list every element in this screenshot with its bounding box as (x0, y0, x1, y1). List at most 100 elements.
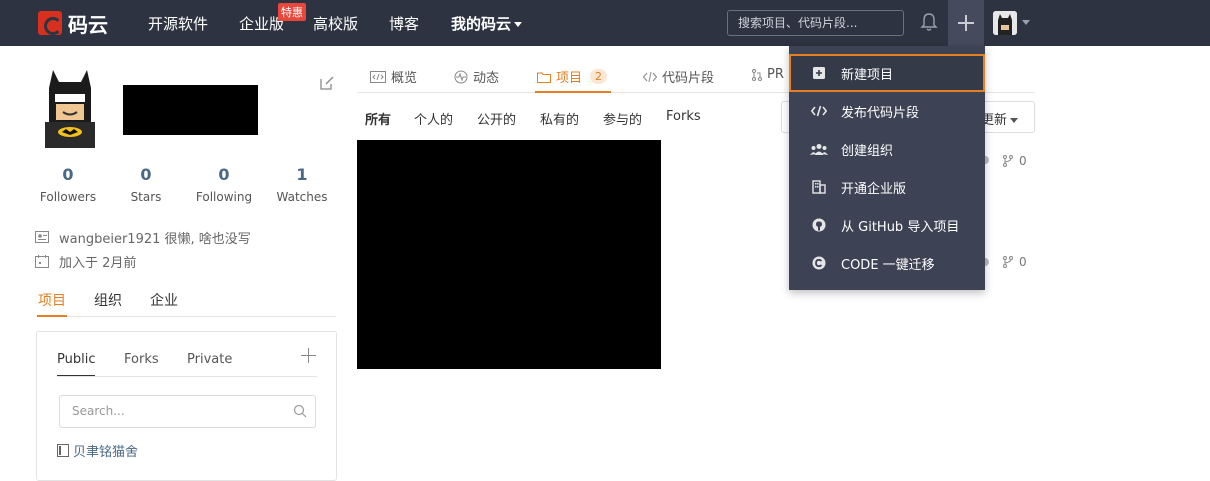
tab-projects[interactable]: 项目 (37, 290, 67, 317)
filter-all[interactable]: 所有 (365, 109, 391, 128)
user-avatar[interactable] (993, 11, 1017, 35)
chevron-down-icon (1010, 118, 1018, 123)
menu-publish-snippet[interactable]: 发布代码片段 (789, 92, 985, 130)
fork-icon (1003, 155, 1013, 167)
menu-label: CODE 一键迁移 (841, 257, 935, 273)
menu-label: 开通企业版 (841, 181, 907, 197)
pull-request-icon (752, 68, 762, 81)
menu-open-enterprise[interactable]: 开通企业版 (789, 168, 985, 206)
menu-label: 发布代码片段 (841, 105, 920, 121)
fork-count: 0 (1019, 255, 1027, 269)
stat-label: Followers (39, 190, 97, 204)
tab-enterprises[interactable]: 企业 (150, 290, 178, 310)
tab-private[interactable]: Private (187, 352, 232, 367)
filter-public[interactable]: 公开的 (477, 109, 516, 128)
tab-label: 动态 (473, 71, 500, 86)
batman-avatar-icon (993, 11, 1017, 35)
coding-icon (810, 254, 828, 272)
stat-stars[interactable]: 0 Stars (106, 165, 186, 204)
create-plus-button[interactable] (948, 0, 984, 46)
menu-create-organization[interactable]: 创建组织 (789, 130, 985, 168)
tab-pull-requests[interactable]: PR (752, 67, 784, 82)
joined-text: 加入于 2月前 (59, 255, 137, 271)
stat-value: 0 (218, 165, 230, 184)
create-dropdown-menu: 新建项目 发布代码片段 创建组织 开通企业版 从 GitHub 导入项目 COD… (789, 46, 985, 290)
id-card-icon (35, 231, 49, 243)
nav-open-source[interactable]: 开源软件 (148, 13, 208, 34)
tab-label: PR (767, 67, 784, 82)
folder-icon (537, 72, 551, 83)
search-icon[interactable] (293, 404, 307, 418)
projects-count-badge: 2 (590, 69, 608, 84)
filter-private[interactable]: 私有的 (540, 109, 579, 128)
profile-joined: 加入于 2月前 (35, 252, 137, 271)
repo-panel: Public Forks Private Search... 贝聿铭猫舍 (36, 331, 337, 481)
tab-organizations[interactable]: 组织 (94, 290, 122, 310)
tab-activity[interactable]: 动态 (454, 67, 499, 86)
stat-label: Stars (130, 190, 162, 204)
chevron-down-icon (514, 22, 523, 27)
menu-code-migrate[interactable]: CODE 一键迁移 (789, 244, 985, 282)
nav-blog[interactable]: 博客 (389, 13, 419, 34)
stat-label: Following (195, 190, 253, 204)
menu-label: 从 GitHub 导入项目 (841, 219, 960, 235)
filter-forks[interactable]: Forks (666, 109, 701, 124)
tab-forks[interactable]: Forks (124, 352, 159, 367)
star-icon-partial (985, 258, 989, 266)
tab-label: 项目 (556, 71, 583, 86)
building-icon (810, 178, 828, 196)
tab-label: 概览 (391, 71, 418, 86)
repo-forks-2: 0 (1003, 255, 1027, 269)
repo-name: 贝聿铭猫舍 (73, 445, 139, 460)
nav-university[interactable]: 高校版 (313, 13, 358, 34)
tab-label: 代码片段 (662, 71, 715, 86)
fork-count: 0 (1019, 154, 1027, 168)
plus-square-icon (810, 64, 828, 82)
add-repo-plus-icon[interactable] (301, 348, 317, 364)
profile-bio: wangbeier1921 很懒, 啥也没写 (35, 228, 251, 247)
redacted-repo-list (357, 140, 661, 369)
avatar-chevron-down-icon[interactable] (1022, 20, 1030, 25)
menu-import-github[interactable]: 从 GitHub 导入项目 (789, 206, 985, 244)
calendar-icon (35, 254, 49, 268)
book-icon (57, 444, 69, 457)
tab-projects-main[interactable]: 项目 2 (534, 67, 612, 93)
logo[interactable]: 码云 (38, 9, 108, 37)
filter-participating[interactable]: 参与的 (603, 109, 642, 128)
bell-icon[interactable] (918, 11, 940, 33)
code-icon (810, 102, 828, 120)
repo-search-input[interactable]: Search... (59, 395, 316, 428)
logo-icon (38, 11, 62, 35)
stat-label: Watches (276, 190, 328, 204)
stat-value: 0 (62, 165, 74, 184)
stat-following[interactable]: 0 Following (184, 165, 264, 204)
edit-profile-icon[interactable] (319, 75, 335, 91)
filter-personal[interactable]: 个人的 (414, 109, 453, 128)
tab-snippets[interactable]: 代码片段 (643, 67, 714, 86)
menu-label: 新建项目 (841, 67, 894, 83)
stat-value: 0 (140, 165, 152, 184)
logo-text: 码云 (68, 12, 108, 37)
stat-watches[interactable]: 1 Watches (262, 165, 342, 204)
stat-followers[interactable]: 0 Followers (28, 165, 108, 204)
users-icon (810, 140, 828, 158)
fork-icon (1003, 256, 1013, 268)
tab-overview[interactable]: 概览 (370, 67, 417, 86)
stat-value: 1 (296, 165, 308, 184)
nav-my-gitee[interactable]: 我的码云 (451, 13, 523, 34)
code-window-icon (370, 70, 386, 83)
repo-list-item[interactable]: 贝聿铭猫舍 (57, 441, 138, 460)
profile-avatar (45, 70, 95, 148)
nav-search-input[interactable]: 搜索项目、代码片段... (727, 10, 904, 36)
menu-new-project[interactable]: 新建项目 (789, 54, 985, 92)
pulse-icon (454, 70, 468, 83)
tab-public[interactable]: Public (57, 352, 96, 377)
menu-label: 创建组织 (841, 143, 894, 159)
sort-label: 更新 (981, 109, 1018, 128)
hot-badge: 特惠 (278, 3, 306, 21)
top-navbar: 码云 开源软件 企业版 特惠 高校版 博客 我的码云 搜索项目、代码片段... (0, 0, 1210, 46)
bio-text: wangbeier1921 很懒, 啥也没写 (59, 231, 251, 247)
github-icon (810, 216, 828, 234)
redacted-username (123, 85, 258, 135)
repo-search-placeholder: Search... (72, 404, 125, 418)
